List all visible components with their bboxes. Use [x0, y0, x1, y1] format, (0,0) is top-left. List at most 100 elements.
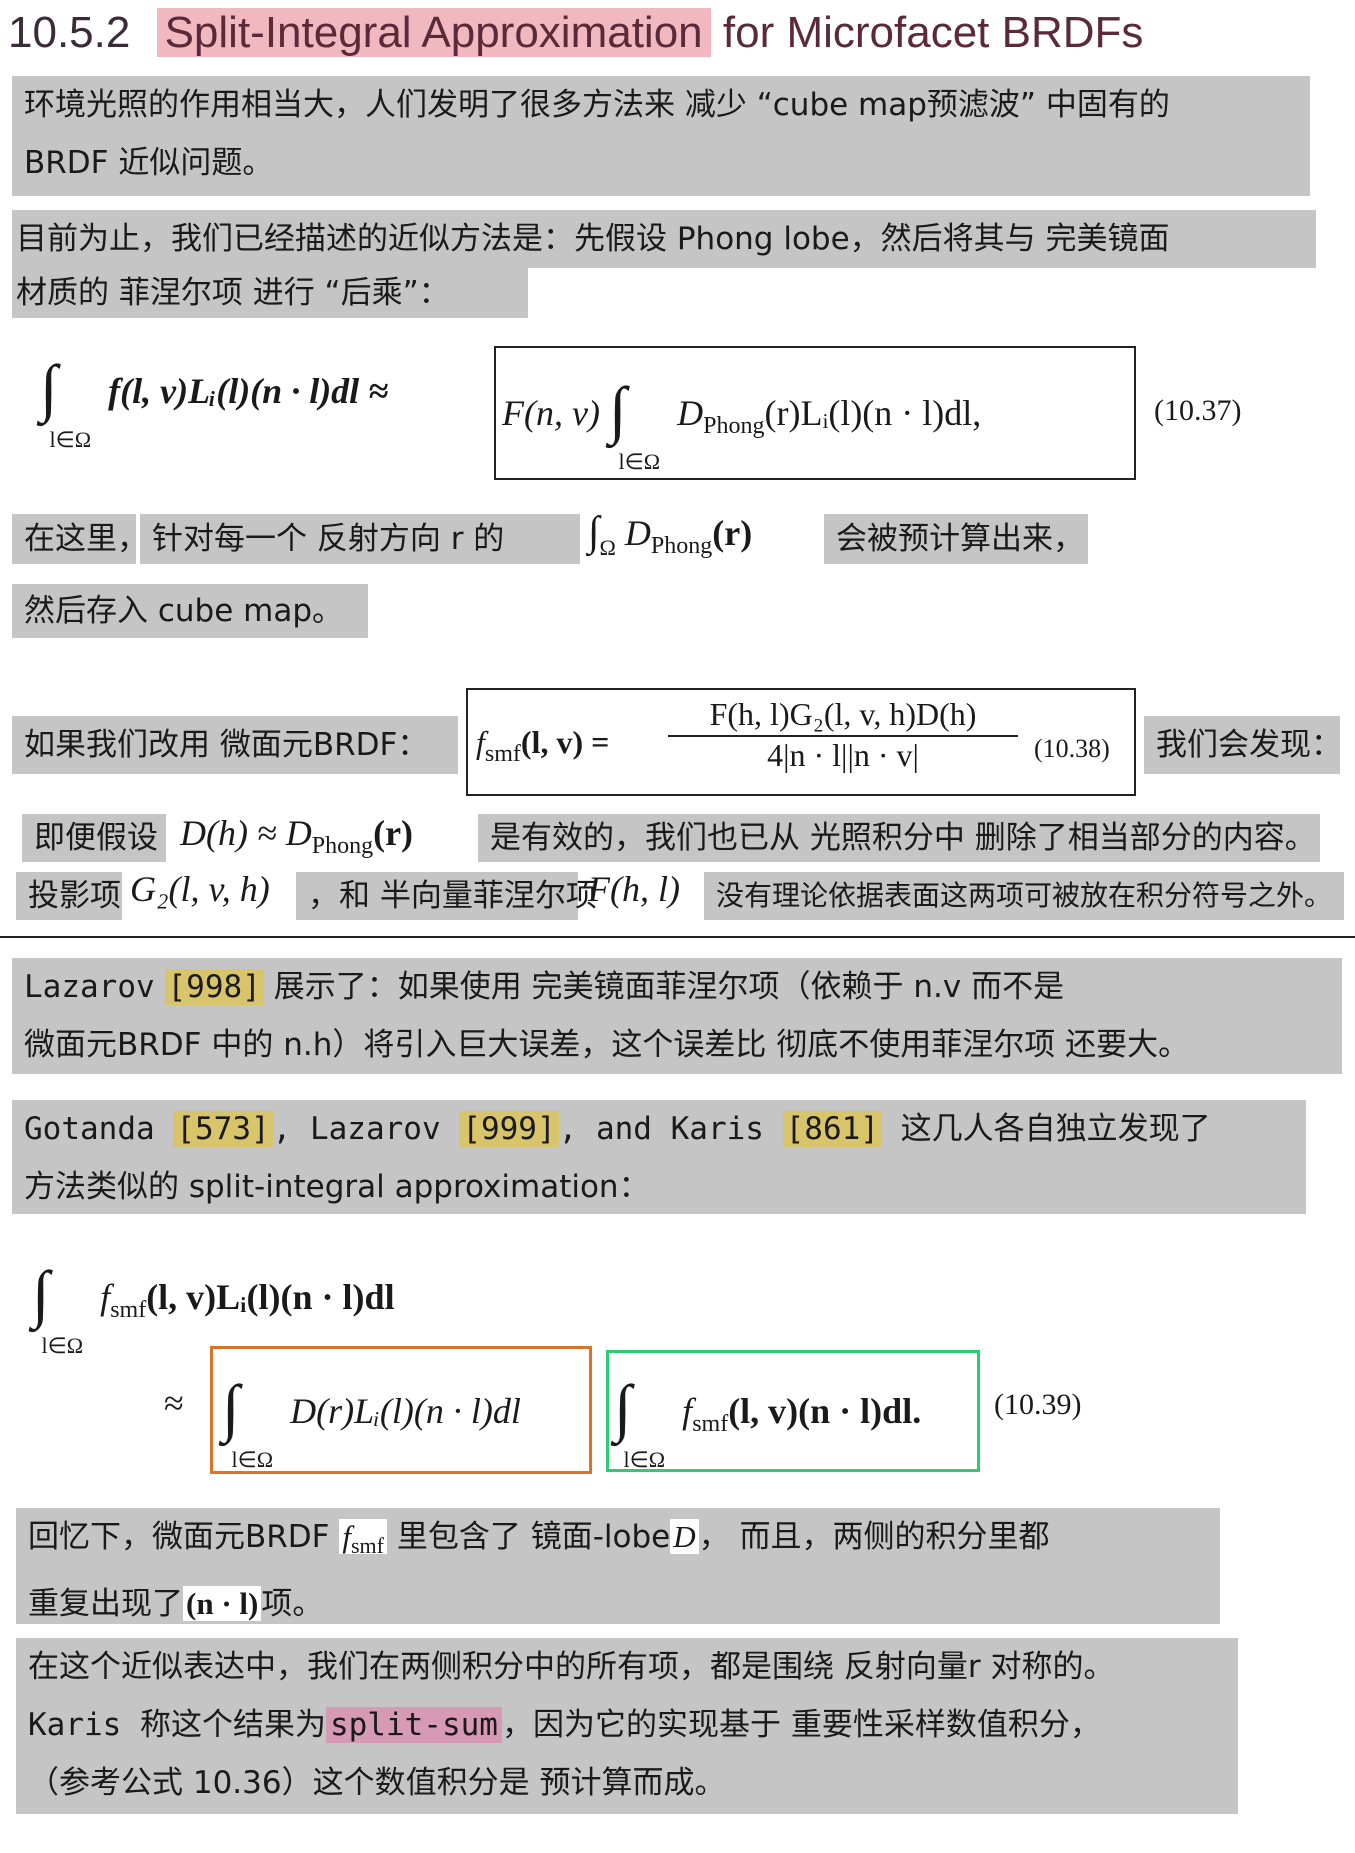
- integral-symbol: ∫: [222, 1372, 240, 1443]
- paragraph-here-1: 在这里，: [12, 514, 148, 564]
- line1-integrand: (l, v)Lᵢ(l)(n · l)dl: [146, 1277, 395, 1317]
- paragraph-even-assume-2: 是有效的，我们也已从 光照积分中 删除了相当部分的内容。: [478, 814, 1320, 862]
- smf-subscript: smf: [110, 1297, 147, 1323]
- equation-10-38: fsmf(l, v) =: [476, 724, 610, 767]
- phong-line-2: 材质的 菲涅尔项 进行 “后乘”：: [16, 275, 450, 311]
- phong-subscript: Phong: [650, 533, 713, 559]
- paragraph-phong-approx-1: 目前为止，我们已经描述的近似方法是：先假设 Phong lobe，然后将其与 完…: [12, 210, 1316, 268]
- horizontal-divider: [0, 936, 1355, 938]
- repeated-text: 重复出现了: [28, 1586, 183, 1622]
- fraction-denominator: 4|n · l||n · v|: [767, 737, 919, 773]
- green-box-content: ∫ l∈Ω fsmf(l, v)(n · l)dl.: [614, 1370, 922, 1473]
- here-text: 在这里，: [24, 521, 148, 557]
- f-symbol: f: [342, 1519, 351, 1554]
- author-karis: , and Karis: [558, 1111, 764, 1147]
- microfacet-intro: 如果我们改用 微面元BRDF：: [24, 727, 429, 763]
- citation-998[interactable]: [998]: [164, 969, 264, 1005]
- inline-math-dphong: D(h) ≈ DPhong(r): [180, 812, 413, 860]
- half-vector-text: ，和 半向量菲涅尔项: [308, 878, 597, 914]
- d-symbol: D: [624, 513, 651, 553]
- lazarov-line-1: 展示了：如果使用 完美镜面菲涅尔项（依赖于 n.v 而不是: [273, 969, 1065, 1005]
- paragraph-projection-1: 投影项: [16, 872, 122, 920]
- integral-subscript: l∈Ω: [41, 1333, 84, 1358]
- r-symbol: (r): [373, 813, 414, 853]
- f-symbol: f: [682, 1391, 693, 1431]
- d-symbol: D: [670, 1519, 699, 1554]
- equation-lhs: f(l, v)Lᵢ(l)(n · l)dl ≈: [108, 371, 388, 411]
- dh-approx: D(h) ≈ D: [180, 813, 312, 853]
- karis-calls-text: Karis 称这个结果为: [28, 1707, 326, 1743]
- paragraph-projection-3: 没有理论依据表面这两项可被放在积分符号之外。: [704, 872, 1344, 920]
- citation-861[interactable]: [861]: [782, 1111, 882, 1147]
- equation-10-37: ∫ l∈Ω f(l, v)Lᵢ(l)(n · l)dl ≈: [40, 350, 388, 453]
- paragraph-here-2: 针对每一个 反射方向 r 的: [140, 514, 580, 564]
- specular-integral: D(r)Lᵢ(l)(n · l)dl: [290, 1391, 521, 1431]
- fraction-numerator: F(h, l)G₂(l, v, h)D(h): [668, 696, 1018, 737]
- paragraph-split-sum: 在这个近似表达中，我们在两侧积分中的所有项，都是围绕 反射向量r 对称的。 Ka…: [16, 1638, 1238, 1814]
- orange-box-content: ∫ l∈Ω D(r)Lᵢ(l)(n · l)dl: [222, 1370, 521, 1473]
- contains-lobe-text: 里包含了 镜面-lobe: [396, 1519, 671, 1555]
- integral-subscript: l∈Ω: [49, 427, 92, 452]
- cubemap-text: 然后存入 cube map。: [24, 593, 344, 629]
- inline-math-g2: G₂(l, v, h): [130, 868, 270, 910]
- symmetric-text: 在这个近似表达中，我们在两侧积分中的所有项，都是围绕 反射向量r 对称的。: [28, 1649, 1115, 1685]
- r-symbol: (r): [712, 513, 753, 553]
- section-title-highlight: Split-Integral Approximation: [156, 8, 711, 57]
- inline-math-fhl: F(h, l): [588, 868, 680, 910]
- paragraph-microfacet-post: 我们会发现：: [1144, 716, 1342, 774]
- paragraph-even-assume-1: 即便假设: [22, 814, 166, 862]
- inline-math-integral: ∫Ω DPhong(r): [588, 509, 753, 560]
- precomputed-integral-text: （参考公式 10.36）这个数值积分是 预计算而成。: [28, 1765, 726, 1801]
- section-heading: 10.5.2 Split-Integral Approximation for …: [8, 0, 1143, 66]
- paragraph-projection-2: ，和 半向量菲涅尔项: [296, 872, 597, 920]
- phong-subscript: Phong: [703, 413, 765, 439]
- smf-subscript: smf: [692, 1411, 729, 1437]
- recall-text: 回忆下，微面元BRDF: [28, 1519, 330, 1555]
- smf-subscript: smf: [484, 741, 521, 767]
- section-number: 10.5.2: [8, 8, 131, 57]
- both-sides-text: ， 而且，两侧的积分里都: [698, 1519, 1050, 1555]
- lazarov-line-2: 微面元BRDF 中的 n.h）将引入巨大误差，这个误差比 彻底不使用菲涅尔项 还…: [24, 1027, 1190, 1063]
- importance-sampling-text: ，因为它的实现基于 重要性采样数值积分，: [501, 1707, 1101, 1743]
- precomputed-text: 会被预计算出来，: [836, 521, 1084, 557]
- citation-573[interactable]: [573]: [173, 1111, 273, 1147]
- citation-999[interactable]: [999]: [459, 1111, 559, 1147]
- integral-symbol: ∫: [40, 352, 58, 423]
- we-find-text: 我们会发现：: [1156, 727, 1342, 763]
- omega-subscript: Ω: [599, 535, 616, 560]
- paragraph-cubemap: 然后存入 cube map。: [12, 584, 368, 638]
- removed-content-text: 是有效的，我们也已从 光照积分中 删除了相当部分的内容。: [490, 820, 1316, 856]
- integral-symbol: ∫: [614, 1372, 632, 1443]
- fhl-term: F(h, l): [588, 869, 680, 909]
- paragraph-phong-approx-2: 材质的 菲涅尔项 进行 “后乘”：: [12, 268, 528, 318]
- integral-subscript: l∈Ω: [618, 449, 661, 474]
- intro-line-1: 环境光照的作用相当大，人们发明了很多方法来 减少 “cube map预滤波” 中…: [24, 87, 1170, 123]
- equation-boxed-content: F(n, v) ∫ l∈Ω DPhong(r)Lᵢ(l)(n · l)dl,: [502, 372, 981, 475]
- gotanda-line-2: 方法类似的 split-integral approximation：: [24, 1169, 650, 1205]
- paragraph-gotanda: Gotanda [573], Lazarov [999], and Karis …: [12, 1100, 1306, 1214]
- reflect-dir-text: 针对每一个 反射方向 r 的: [152, 521, 505, 557]
- phong-subscript: Phong: [311, 833, 374, 859]
- intro-line-2: BRDF 近似问题。: [24, 145, 274, 181]
- author-lazarov: , Lazarov: [272, 1111, 441, 1147]
- equation-10-38-fraction: F(h, l)G₂(l, v, h)D(h) 4|n · l||n · v|: [668, 696, 1018, 774]
- split-sum-highlight: split-sum: [325, 1707, 502, 1743]
- term-suffix: 项。: [261, 1586, 324, 1622]
- no-justification-text: 没有理论依据表面这两项可被放在积分符号之外。: [716, 879, 1333, 912]
- integral-symbol: ∫: [32, 1258, 50, 1329]
- g2-term: G₂(l, v, h): [130, 869, 270, 909]
- author-gotanda: Gotanda: [24, 1111, 155, 1147]
- independently-found-text: 这几人各自独立发现了: [900, 1111, 1211, 1147]
- equation-number-10-38: (10.38): [1034, 734, 1110, 763]
- integral-subscript: l∈Ω: [231, 1447, 274, 1472]
- paragraph-here-3: 会被预计算出来，: [824, 514, 1088, 564]
- smf-lhs: (l, v) =: [520, 724, 610, 760]
- paragraph-lazarov: Lazarov [998] 展示了：如果使用 完美镜面菲涅尔项（依赖于 n.v …: [12, 958, 1342, 1074]
- equation-10-39-line1: ∫ l∈Ω fsmf(l, v)Lᵢ(l)(n · l)dl: [32, 1256, 395, 1359]
- equation-number-10-37: (10.37): [1154, 394, 1242, 427]
- phong-line-1: 目前为止，我们已经描述的近似方法是：先假设 Phong lobe，然后将其与 完…: [16, 221, 1170, 257]
- fresnel-term: F(n, v): [502, 393, 600, 433]
- brdf-integral: (l, v)(n · l)dl.: [728, 1391, 922, 1431]
- approx-symbol: ≈: [164, 1383, 184, 1423]
- integral-symbol: ∫: [608, 374, 627, 445]
